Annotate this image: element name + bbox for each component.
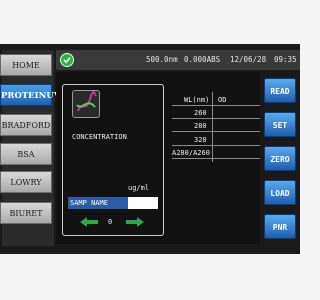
time-readout: 09:35 — [274, 55, 297, 64]
zero-button[interactable]: ZERO — [264, 146, 296, 171]
arrow-right-icon[interactable] — [126, 217, 144, 227]
load-button[interactable]: LOAD — [264, 180, 296, 205]
table-header-od: OD — [218, 96, 227, 104]
print-button[interactable]: PNR — [264, 214, 296, 239]
sidebar-item-biuret[interactable]: BIURET — [0, 202, 52, 224]
sidebar-item-lowry[interactable]: LOWRY — [0, 171, 52, 193]
status-bar: 500.0nm 0.000ABS 12/06/28 09:35 — [56, 50, 300, 70]
wavelength-readout: 500.0nm — [146, 55, 178, 64]
set-button[interactable]: SET — [264, 112, 296, 137]
arrow-left-icon[interactable] — [80, 217, 98, 227]
dna-icon[interactable] — [72, 90, 100, 118]
check-icon — [60, 53, 74, 67]
table-divider — [172, 158, 260, 159]
table-header-wl: WL(nm) — [184, 96, 210, 104]
table-divider — [172, 105, 260, 106]
table-row-wl: 280 — [194, 122, 207, 130]
table-row-wl: A280/A260 — [172, 149, 210, 157]
table-divider — [212, 92, 213, 162]
sidebar-item-bradford[interactable]: BRADFORD — [0, 114, 52, 136]
table-row-wl: 260 — [194, 109, 207, 117]
absorbance-readout: 0.000ABS — [184, 55, 221, 64]
table-divider — [172, 118, 260, 119]
read-button[interactable]: READ — [264, 78, 296, 103]
mode-label: CONCENTRATION — [72, 133, 127, 141]
sidebar-item-proteinuv[interactable]: PROTEINUV — [0, 84, 60, 106]
sidebar-item-bsa[interactable]: BSA — [0, 143, 52, 165]
date-readout: 12/06/28 — [230, 55, 267, 64]
table-row-wl: 320 — [194, 136, 207, 144]
table-divider — [172, 145, 260, 146]
sample-name-label: SAMP NAME — [68, 197, 128, 209]
table-divider — [172, 131, 260, 132]
sample-counter: 0 — [108, 218, 113, 226]
sidebar-item-home[interactable]: HOME — [0, 54, 52, 76]
unit-label: ug/ml — [128, 184, 150, 192]
